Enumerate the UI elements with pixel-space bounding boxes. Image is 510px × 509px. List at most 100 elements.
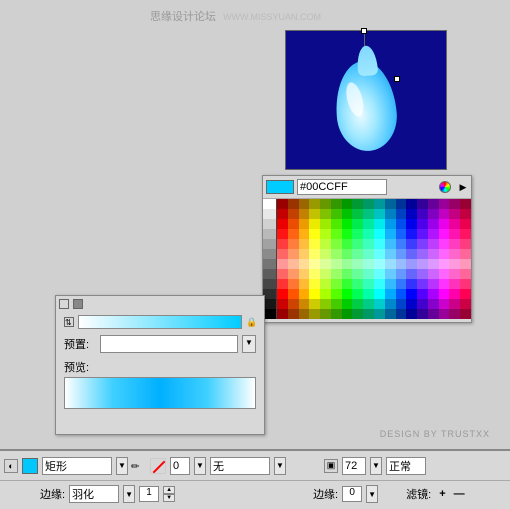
blend-select[interactable]: 正常: [386, 457, 426, 475]
gray-swatch[interactable]: [263, 199, 277, 209]
color-swatch[interactable]: [331, 239, 342, 249]
edge-mode-select[interactable]: 羽化: [69, 485, 119, 503]
color-swatch[interactable]: [417, 199, 428, 209]
color-swatch[interactable]: [363, 299, 374, 309]
panel-icon[interactable]: [59, 299, 69, 309]
color-swatch[interactable]: [342, 219, 353, 229]
color-swatch[interactable]: [277, 219, 288, 229]
color-swatch[interactable]: [352, 199, 363, 209]
color-swatch[interactable]: [449, 259, 460, 269]
color-swatch[interactable]: [309, 219, 320, 229]
color-swatch[interactable]: [288, 309, 299, 319]
color-swatch[interactable]: [288, 259, 299, 269]
color-swatch[interactable]: [299, 209, 310, 219]
color-swatch[interactable]: [363, 199, 374, 209]
color-swatch[interactable]: [352, 249, 363, 259]
color-swatch[interactable]: [342, 249, 353, 259]
color-swatch[interactable]: [428, 199, 439, 209]
color-swatch[interactable]: [299, 219, 310, 229]
color-swatch[interactable]: [396, 219, 407, 229]
color-swatch[interactable]: [320, 199, 331, 209]
color-swatch[interactable]: [299, 259, 310, 269]
color-swatch[interactable]: [288, 279, 299, 289]
color-swatch[interactable]: [277, 249, 288, 259]
dropdown-icon[interactable]: ▼: [123, 485, 135, 503]
color-swatch[interactable]: [277, 279, 288, 289]
color-swatch[interactable]: [460, 239, 471, 249]
color-swatch[interactable]: [363, 309, 374, 319]
color-swatch[interactable]: [374, 289, 385, 299]
color-swatch[interactable]: [331, 279, 342, 289]
color-swatch[interactable]: [288, 239, 299, 249]
color-swatch[interactable]: [363, 209, 374, 219]
color-swatch[interactable]: [374, 309, 385, 319]
tool-icon[interactable]: ◐: [4, 459, 18, 473]
color-swatch[interactable]: [374, 239, 385, 249]
color-swatch[interactable]: [374, 299, 385, 309]
color-swatch[interactable]: [309, 269, 320, 279]
color-swatch[interactable]: [417, 239, 428, 249]
color-swatch[interactable]: [417, 259, 428, 269]
color-swatch[interactable]: [460, 219, 471, 229]
color-swatch[interactable]: [277, 239, 288, 249]
color-swatch[interactable]: [309, 239, 320, 249]
swap-icon[interactable]: ⇅: [64, 317, 74, 327]
color-swatch[interactable]: [331, 289, 342, 299]
color-swatch[interactable]: [417, 249, 428, 259]
color-swatch[interactable]: [309, 199, 320, 209]
edge-value-input[interactable]: 1: [139, 486, 159, 502]
color-swatch[interactable]: [331, 269, 342, 279]
color-swatch[interactable]: [363, 259, 374, 269]
color-swatch[interactable]: [374, 229, 385, 239]
gray-swatch[interactable]: [263, 239, 277, 249]
color-swatch[interactable]: [352, 299, 363, 309]
color-swatch[interactable]: [309, 289, 320, 299]
color-swatch[interactable]: [460, 249, 471, 259]
panel-icon[interactable]: [73, 299, 83, 309]
color-swatch[interactable]: [331, 259, 342, 269]
color-swatch[interactable]: [439, 239, 450, 249]
color-swatch[interactable]: [352, 219, 363, 229]
gray-swatch[interactable]: [263, 269, 277, 279]
color-swatch[interactable]: [417, 299, 428, 309]
color-swatch[interactable]: [439, 269, 450, 279]
color-swatch[interactable]: [331, 309, 342, 319]
color-swatch[interactable]: [396, 209, 407, 219]
color-swatch[interactable]: [396, 229, 407, 239]
color-swatch[interactable]: [299, 289, 310, 299]
color-swatch[interactable]: [363, 219, 374, 229]
color-swatch[interactable]: [299, 239, 310, 249]
color-swatch[interactable]: [299, 299, 310, 309]
color-swatch[interactable]: [439, 219, 450, 229]
color-swatch[interactable]: [396, 309, 407, 319]
color-swatch[interactable]: [417, 229, 428, 239]
color-swatch[interactable]: [417, 289, 428, 299]
gray-swatch[interactable]: [263, 259, 277, 269]
color-swatch[interactable]: [428, 249, 439, 259]
color-swatch[interactable]: [363, 279, 374, 289]
fill-select[interactable]: 无: [210, 457, 270, 475]
grayscale-column[interactable]: [263, 199, 277, 319]
color-swatch[interactable]: [342, 239, 353, 249]
color-swatch[interactable]: [385, 309, 396, 319]
color-swatch[interactable]: [449, 219, 460, 229]
color-swatch[interactable]: [406, 199, 417, 209]
color-swatch[interactable]: [406, 269, 417, 279]
color-swatch[interactable]: [449, 289, 460, 299]
preset-select[interactable]: [100, 335, 238, 353]
pen-icon[interactable]: ✎: [129, 456, 149, 476]
color-swatch[interactable]: [460, 289, 471, 299]
color-swatch[interactable]: [439, 299, 450, 309]
color-swatch[interactable]: [277, 309, 288, 319]
color-swatch[interactable]: [320, 289, 331, 299]
color-swatch[interactable]: [320, 269, 331, 279]
color-swatch[interactable]: [331, 229, 342, 239]
color-swatch[interactable]: [428, 229, 439, 239]
dropdown-icon[interactable]: ▼: [116, 457, 128, 475]
color-swatch[interactable]: [460, 279, 471, 289]
gray-swatch[interactable]: [263, 279, 277, 289]
color-swatch[interactable]: [299, 229, 310, 239]
color-swatch[interactable]: [299, 269, 310, 279]
color-swatch[interactable]: [277, 259, 288, 269]
color-swatch[interactable]: [352, 209, 363, 219]
